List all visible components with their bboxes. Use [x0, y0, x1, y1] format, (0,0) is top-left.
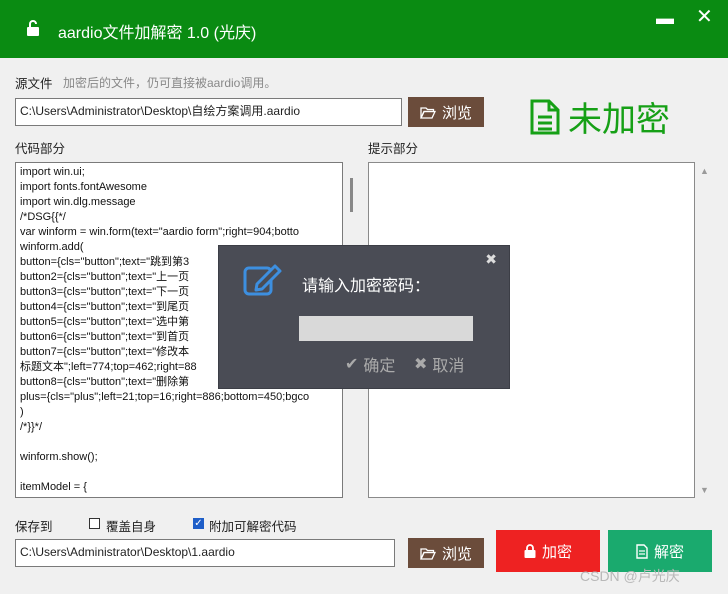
status-text: 未加密 — [568, 101, 670, 139]
minimize-button[interactable]: ▬ — [656, 8, 674, 29]
cancel-button[interactable]: ✖ 取消 — [414, 352, 464, 376]
code-scrollbar-thumb[interactable] — [350, 178, 353, 212]
unlock-icon — [27, 20, 39, 36]
file-text-icon — [636, 543, 648, 559]
dialog-close-button[interactable]: ✖ — [485, 251, 497, 268]
overwrite-label[interactable]: 覆盖自身 — [106, 516, 156, 535]
watermark: CSDN @卢光庆 — [580, 568, 680, 584]
edit-icon — [243, 264, 282, 296]
code-label: 代码部分 — [15, 142, 66, 156]
confirm-button[interactable]: ✔ 确定 — [345, 352, 395, 376]
password-dialog: ✖ 请输入加密密码： ✔ 确定 ✖ 取消 — [219, 246, 509, 388]
password-input[interactable] — [299, 316, 473, 341]
save-label: 保存到 — [15, 520, 53, 534]
file-text-icon — [530, 99, 560, 134]
attach-code-checkbox[interactable]: ✓ — [193, 518, 204, 529]
window-title: aardio文件加解密 1.0 (光庆) — [58, 25, 257, 42]
x-icon: ✖ — [414, 356, 428, 373]
scroll-up-arrow-icon[interactable]: ▲ — [700, 166, 709, 176]
encrypt-status: 未加密 — [530, 92, 670, 141]
confirm-label: 确定 — [363, 358, 396, 375]
source-label: 源文件 — [15, 77, 53, 91]
overwrite-checkbox[interactable] — [89, 518, 100, 529]
attach-code-label[interactable]: 附加可解密代码 — [209, 516, 297, 535]
hint-label: 提示部分 — [368, 142, 419, 156]
folder-open-icon — [419, 106, 436, 119]
lock-icon — [524, 544, 536, 558]
source-path-input[interactable]: C:\Users\Administrator\Desktop\自绘方案调用.aa… — [15, 98, 402, 126]
save-browse-label: 浏览 — [441, 545, 472, 563]
dialog-prompt: 请输入加密密码： — [302, 278, 431, 295]
folder-open-icon — [419, 547, 436, 560]
source-hint: 加密后的文件，仍可直接被aardio调用。 — [63, 76, 277, 90]
close-button[interactable]: ✕ — [696, 4, 713, 29]
decrypt-label: 解密 — [653, 543, 684, 561]
scroll-down-arrow-icon[interactable]: ▼ — [700, 485, 709, 495]
save-browse-button[interactable]: 浏览 — [408, 538, 484, 568]
encrypt-label: 加密 — [541, 543, 572, 561]
save-path-input[interactable]: C:\Users\Administrator\Desktop\1.aardio — [15, 539, 395, 567]
source-browse-label: 浏览 — [441, 104, 472, 122]
title-bar: aardio文件加解密 1.0 (光庆) ▬ ✕ — [0, 0, 728, 58]
cancel-label: 取消 — [432, 358, 465, 375]
check-icon: ✔ — [345, 356, 359, 373]
source-browse-button[interactable]: 浏览 — [408, 97, 484, 127]
